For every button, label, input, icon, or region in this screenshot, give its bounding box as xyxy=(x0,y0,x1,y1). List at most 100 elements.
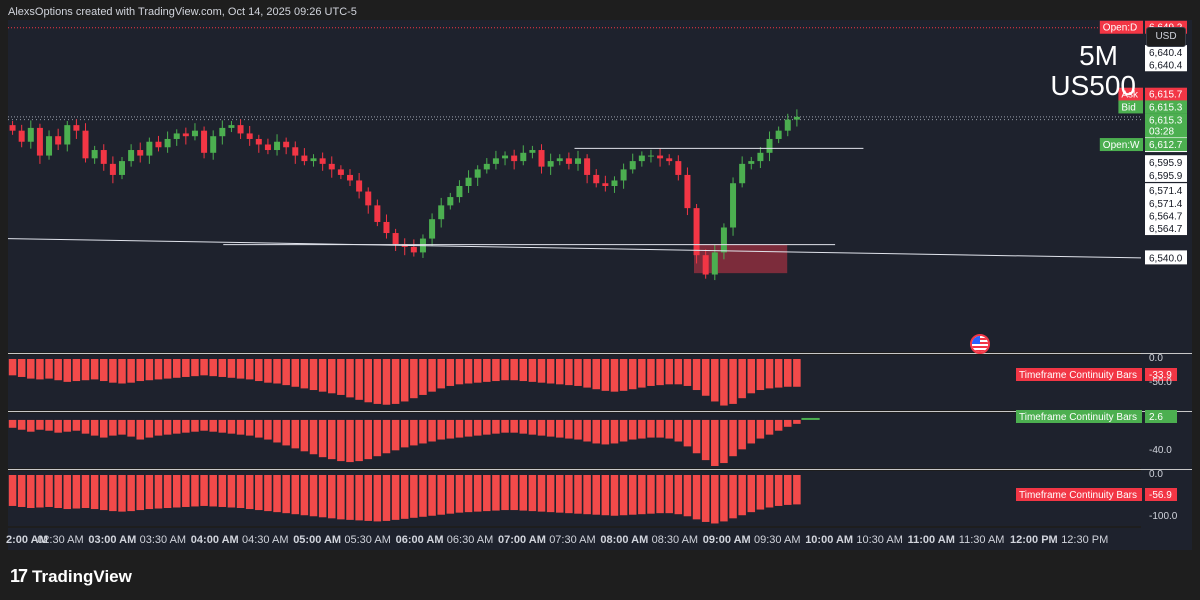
us-flag-icon[interactable] xyxy=(970,334,990,354)
panel-bar xyxy=(8,359,17,376)
panel-bar xyxy=(346,359,354,398)
panel-bar xyxy=(218,475,227,507)
panel-bar xyxy=(264,359,272,383)
panel-bar xyxy=(628,419,637,440)
panel-bar xyxy=(109,475,117,512)
panel-bar xyxy=(364,359,372,403)
panel-bar xyxy=(793,475,801,505)
panel-bar xyxy=(774,419,783,431)
price-tick-label: 6,540.0 xyxy=(1149,253,1183,264)
panel-bar xyxy=(400,359,409,402)
candle-body xyxy=(711,252,718,275)
candle-body xyxy=(775,130,782,139)
panel-bar xyxy=(428,359,436,392)
panel-bar xyxy=(227,359,236,378)
panel-bar xyxy=(145,359,154,381)
watermark-timeframe: 5M xyxy=(1079,40,1118,71)
candle-body xyxy=(547,161,554,167)
candle-body xyxy=(109,163,116,175)
panel-bar xyxy=(537,475,546,512)
panel-bar xyxy=(127,475,135,512)
panel-bar xyxy=(282,475,290,514)
candle-body xyxy=(36,127,43,156)
panel-bar xyxy=(355,419,363,462)
panel-bar xyxy=(154,359,163,380)
panel-bar xyxy=(273,475,281,513)
candle-body xyxy=(128,150,135,162)
panel-bar xyxy=(255,419,263,438)
panel-bar xyxy=(309,475,318,517)
time-axis-label: 03:30 AM xyxy=(140,534,186,546)
panel-bar xyxy=(738,419,746,450)
panel-bar xyxy=(282,419,290,446)
time-axis-label: 02:30 AM xyxy=(37,534,83,546)
panel-bar xyxy=(720,475,728,522)
panel-bar xyxy=(172,359,181,378)
candle-body xyxy=(693,208,700,256)
candle-body xyxy=(611,180,618,186)
panel-bar xyxy=(546,359,555,384)
panel-bar xyxy=(154,475,163,509)
panel-bar xyxy=(100,359,108,382)
panel-bar xyxy=(510,359,518,381)
panel-bar xyxy=(282,359,290,386)
panel-bar xyxy=(17,359,26,377)
panel-bar xyxy=(36,419,44,430)
candle-body xyxy=(739,163,746,184)
panel-bar xyxy=(27,419,35,432)
currency-button[interactable]: USD xyxy=(1146,27,1186,47)
panel-bar xyxy=(765,419,774,435)
panel-bar xyxy=(711,359,719,402)
panel-bar xyxy=(556,359,564,385)
panel-bar xyxy=(337,475,345,520)
panel-bar xyxy=(619,419,628,442)
panel-bar xyxy=(355,475,363,521)
price-tick-label: 6,571.4 xyxy=(1149,186,1183,197)
panel-bar xyxy=(793,359,801,387)
watermark-symbol: US500 xyxy=(1050,70,1136,101)
panel-bar xyxy=(245,475,254,510)
panel-bar xyxy=(446,475,455,514)
panel-bar xyxy=(328,475,336,519)
panel-bar xyxy=(729,359,737,404)
candle-body xyxy=(593,174,600,184)
candle-body xyxy=(237,125,244,134)
candle-body xyxy=(173,133,180,139)
panel-bar xyxy=(784,359,792,387)
tradingview-brand[interactable]: 17 TradingView xyxy=(10,566,132,587)
panel-bar xyxy=(701,475,710,522)
panel-bar xyxy=(674,475,683,515)
candle-body xyxy=(328,163,335,170)
panel-bar xyxy=(729,475,737,519)
panel-bar xyxy=(54,359,62,381)
panel-bar xyxy=(373,475,382,522)
candle-body xyxy=(82,130,89,159)
panel-bar xyxy=(8,475,17,506)
panel-bar xyxy=(328,419,336,460)
price-tag-value: 6,615.3 xyxy=(1149,115,1183,126)
candle-body xyxy=(638,155,645,162)
chart-header: AlexsOptions created with TradingView.co… xyxy=(8,6,357,18)
panel-bar xyxy=(191,475,199,507)
candle-body xyxy=(191,130,198,137)
panel-bar xyxy=(255,359,263,382)
panel-bar xyxy=(191,419,199,432)
panel-bar xyxy=(638,419,646,439)
panel-bar xyxy=(720,419,728,464)
panel-bar xyxy=(473,419,482,436)
panel-bar xyxy=(674,359,683,385)
panel-bar xyxy=(455,359,464,385)
chart-canvas[interactable]: 6,640.46,640.46,615.36,611.36,611.36,595… xyxy=(0,0,1200,600)
candle-body xyxy=(228,125,235,128)
candle-body xyxy=(146,141,153,156)
panel-bar xyxy=(528,475,537,512)
candle-body xyxy=(584,158,591,175)
candle-body xyxy=(520,152,527,162)
panel-bar xyxy=(665,419,673,439)
panel-bar xyxy=(483,359,491,382)
candle-body xyxy=(684,174,691,209)
indicator-value-label: -56.9 xyxy=(1149,490,1172,501)
panel-bar xyxy=(127,419,135,437)
candle-body xyxy=(301,155,308,162)
panel-bar xyxy=(793,419,801,424)
